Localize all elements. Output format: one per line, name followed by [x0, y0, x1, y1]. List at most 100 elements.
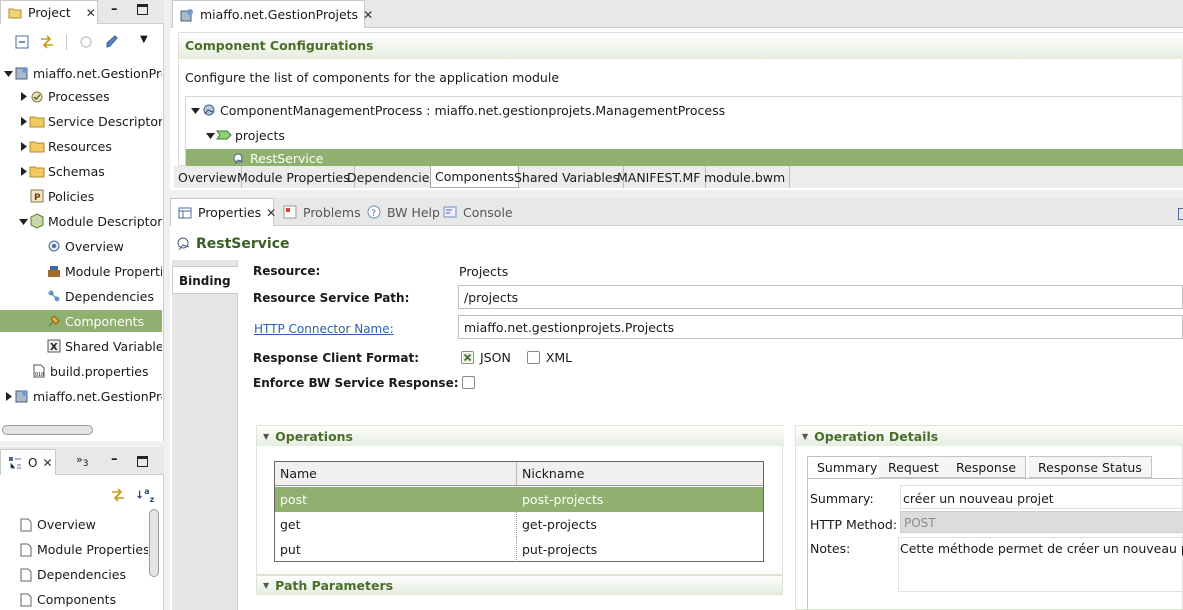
- table-row[interactable]: get get-projects: [275, 512, 763, 537]
- view-toolbar-icon[interactable]: [1178, 208, 1183, 220]
- column-name-header[interactable]: Name: [275, 462, 517, 485]
- expanded-arrow-icon[interactable]: [17, 213, 29, 229]
- tab-binding[interactable]: Binding: [172, 266, 238, 294]
- project-tab-label: Project: [28, 5, 71, 20]
- close-icon[interactable]: ✕: [42, 456, 52, 470]
- tree-item-module-descriptors[interactable]: Module Descriptors: [0, 210, 162, 232]
- tab-request[interactable]: Request: [879, 456, 949, 478]
- http-connector-link[interactable]: HTTP Connector Name:: [254, 322, 394, 336]
- notes-label: Notes:: [810, 541, 851, 556]
- component-editor: miaffo.net.GestionProjets ✕ Component Co…: [170, 0, 1183, 190]
- tree-item-module-root[interactable]: miaffo.net.GestionProj: [0, 62, 162, 84]
- project-toolbar: ▼: [0, 30, 164, 54]
- link-icon[interactable]: [110, 487, 126, 503]
- outline-tabbar: O ✕ »3 –: [0, 447, 164, 475]
- tab-problems[interactable]: Problems: [276, 198, 367, 226]
- tab-module-bwm[interactable]: module.bwm: [700, 166, 791, 188]
- vertical-scrollbar[interactable]: [149, 509, 159, 577]
- minimize-icon[interactable]: –: [111, 452, 118, 467]
- tree-item-shared-variables[interactable]: X Shared Variables: [0, 335, 162, 357]
- expanded-arrow-icon[interactable]: [204, 127, 216, 143]
- tree-item-components[interactable]: Components: [0, 310, 162, 332]
- tree-item-build-properties[interactable]: 010 build.properties: [0, 360, 162, 382]
- collapse-arrow-icon: ▼: [263, 580, 270, 590]
- json-checkbox[interactable]: [461, 351, 474, 364]
- detail-tabs: Summary Request Response Response Status: [807, 456, 1183, 478]
- outline-icon: [7, 455, 23, 471]
- tree-item-dependencies[interactable]: Dependencies: [0, 285, 162, 307]
- tree-item-process[interactable]: ComponentManagementProcess : miaffo.net.…: [186, 99, 1176, 121]
- tree-item-overview[interactable]: Overview: [0, 235, 162, 257]
- tab-dependencies[interactable]: Dependencies: [343, 166, 441, 188]
- overflow-tabs[interactable]: »3: [76, 453, 88, 469]
- resource-label: Resource:: [253, 264, 321, 278]
- tab-shared-variables[interactable]: Shared Variables: [510, 166, 625, 188]
- tab-response-status[interactable]: Response Status: [1029, 456, 1152, 478]
- xml-checkbox[interactable]: [526, 351, 540, 364]
- collapse-all-icon[interactable]: [14, 34, 30, 50]
- link-editor-icon[interactable]: [39, 34, 55, 50]
- outline-item[interactable]: Module Properties: [18, 537, 148, 562]
- tab-properties[interactable]: Properties ✕: [170, 198, 276, 226]
- collapsed-arrow-icon[interactable]: [17, 113, 29, 129]
- tree-item-policies[interactable]: P Policies: [0, 185, 162, 207]
- path-parameters-header[interactable]: ▼ Path Parameters: [256, 575, 783, 595]
- tab-bw-help[interactable]: ? BW Help: [360, 198, 446, 226]
- tree-item-processes[interactable]: Processes: [0, 85, 162, 107]
- tree-item-module-root-2[interactable]: miaffo.net.GestionProj: [0, 385, 162, 407]
- maximize-icon[interactable]: [137, 4, 148, 15]
- outline-item[interactable]: Overview: [18, 512, 148, 537]
- tree-item-resources[interactable]: Resources: [0, 135, 162, 157]
- column-nickname-header[interactable]: Nickname: [517, 466, 584, 481]
- minimize-icon[interactable]: –: [111, 2, 118, 17]
- tab-response[interactable]: Response: [947, 456, 1027, 478]
- collapsed-arrow-icon[interactable]: [17, 88, 29, 104]
- properties-view: Properties ✕ Problems ? BW Help Console …: [170, 198, 1183, 610]
- tree-item-projects[interactable]: projects: [186, 124, 1176, 146]
- tab-summary[interactable]: Summary: [807, 456, 888, 478]
- enforce-checkbox[interactable]: [462, 376, 475, 389]
- view-menu-icon[interactable]: ▼: [140, 34, 148, 45]
- expanded-arrow-icon[interactable]: [189, 102, 201, 118]
- notes-textarea[interactable]: Cette méthode permet de créer un nouveau…: [898, 537, 1183, 592]
- tab-console[interactable]: Console: [436, 198, 519, 226]
- help-icon: ?: [366, 204, 382, 220]
- outline-item[interactable]: Components: [18, 587, 148, 610]
- deploy-icon[interactable]: [104, 34, 120, 50]
- tab-overview[interactable]: Overview: [174, 166, 242, 188]
- tab-project[interactable]: Project ✕: [0, 0, 98, 24]
- tree-item-schemas[interactable]: Schemas: [0, 160, 162, 182]
- close-icon[interactable]: ✕: [86, 6, 96, 20]
- maximize-icon[interactable]: [137, 456, 148, 467]
- tab-outline[interactable]: O ✕: [0, 449, 56, 475]
- module-icon: [14, 388, 30, 404]
- http-method-select[interactable]: POST: [900, 511, 1183, 533]
- tree-item-module-properties[interactable]: Module Propertie: [0, 260, 162, 282]
- close-icon[interactable]: ✕: [363, 8, 373, 22]
- response-format-label: Response Client Format:: [253, 351, 419, 365]
- collapsed-arrow-icon[interactable]: [2, 388, 14, 404]
- tab-module-editor[interactable]: miaffo.net.GestionProjets ✕: [172, 0, 373, 28]
- operations-header[interactable]: ▼ Operations: [257, 426, 784, 446]
- summary-input[interactable]: créer un nouveau projet: [900, 485, 1183, 509]
- collapsed-arrow-icon[interactable]: [17, 138, 29, 154]
- close-icon[interactable]: ✕: [266, 206, 276, 220]
- tab-components[interactable]: Components: [430, 166, 520, 188]
- tree-item-service-descriptors[interactable]: Service Descriptors: [0, 110, 162, 132]
- collapsed-arrow-icon[interactable]: [17, 163, 29, 179]
- sort-az-icon[interactable]: ↓az: [135, 487, 154, 504]
- outline-panel: O ✕ »3 – ↓az Overview Module Properties …: [0, 447, 164, 610]
- table-row[interactable]: put put-projects: [275, 537, 763, 562]
- horizontal-scrollbar[interactable]: [2, 425, 93, 435]
- refresh-icon[interactable]: [78, 34, 94, 50]
- tab-manifest[interactable]: MANIFEST.MF: [613, 166, 706, 188]
- table-row[interactable]: post post-projects: [275, 487, 763, 512]
- tab-module-properties[interactable]: Module Properties: [233, 166, 355, 188]
- module-descriptors-icon: [29, 213, 45, 229]
- expanded-arrow-icon[interactable]: [2, 65, 14, 81]
- operation-details-header[interactable]: ▼ Operation Details: [796, 426, 1183, 446]
- http-connector-input[interactable]: miaffo.net.gestionprojets.Projects: [458, 315, 1183, 339]
- service-path-input[interactable]: /projects: [458, 285, 1183, 309]
- outline-item[interactable]: Dependencies: [18, 562, 148, 587]
- folder-icon: [29, 138, 45, 154]
